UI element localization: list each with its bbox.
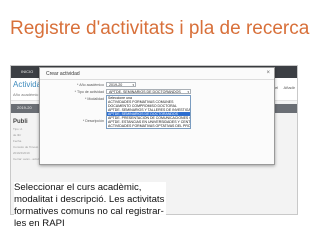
description-field-label: * Descripción <box>82 119 104 123</box>
year-tab[interactable]: 2019-20 <box>17 105 32 110</box>
activity-type-dropdown: Seleccione una ACTIVIDADES FORMATIVAS CO… <box>106 95 191 129</box>
year-label: Año académic <box>13 92 39 97</box>
type-field-label: * Tipo de actividad <box>74 90 104 94</box>
year-select-value: 2019-20 <box>109 83 123 87</box>
create-activity-modal: Crear actividad × * Año académico 2019-2… <box>39 67 275 165</box>
caption-box: Seleccionar el curs acadèmic, modalitat … <box>14 182 166 240</box>
add-button[interactable]: Añadir <box>283 85 295 90</box>
activity-type-select[interactable]: APTDE. SEMINARIOS DE DOCTORANDOS ▾ <box>106 89 191 94</box>
slide-title: Registre d'activitats i pla de recerca <box>10 18 310 39</box>
chevron-down-icon: ▾ <box>187 90 189 94</box>
year-field-label: * Año académico <box>77 83 104 87</box>
modality-field-label: * Modalidad <box>85 97 104 101</box>
caption-text: Seleccionar el curs acadèmic, modalitat … <box>14 182 165 229</box>
dropdown-option[interactable]: ACTIVIDADES FORMATIVAS OPTATIVAS DEL PRO… <box>107 124 190 128</box>
activity-type-value: APTDE. SEMINARIOS DE DOCTORANDOS <box>109 90 181 94</box>
modal-divider <box>40 79 274 80</box>
year-select[interactable]: 2019-20 ▾ <box>106 82 136 87</box>
nav-item-inicio[interactable]: INICIO <box>21 69 33 74</box>
modal-title: Crear actividad <box>46 71 80 77</box>
close-icon[interactable]: × <box>266 70 270 76</box>
chevron-down-icon: ▾ <box>132 83 134 87</box>
